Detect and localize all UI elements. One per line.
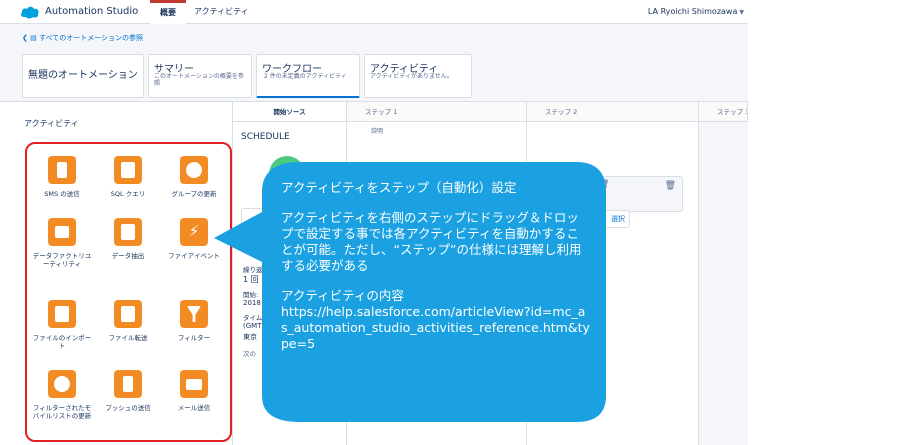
callout-content-label: アクティビティの内容 [281, 288, 404, 303]
callout-body: アクティビティを右側のステップにドラッグ＆ドロップで設定する事では各アクティビテ… [281, 210, 582, 273]
callout-heading: アクティビティをステップ（自動化）設定 [281, 180, 517, 195]
callout-text: アクティビティをステップ（自動化）設定 アクティビティを右側のステップにドラッグ… [281, 180, 591, 352]
callout-url[interactable]: https://help.salesforce.com/articleView?… [281, 304, 591, 352]
